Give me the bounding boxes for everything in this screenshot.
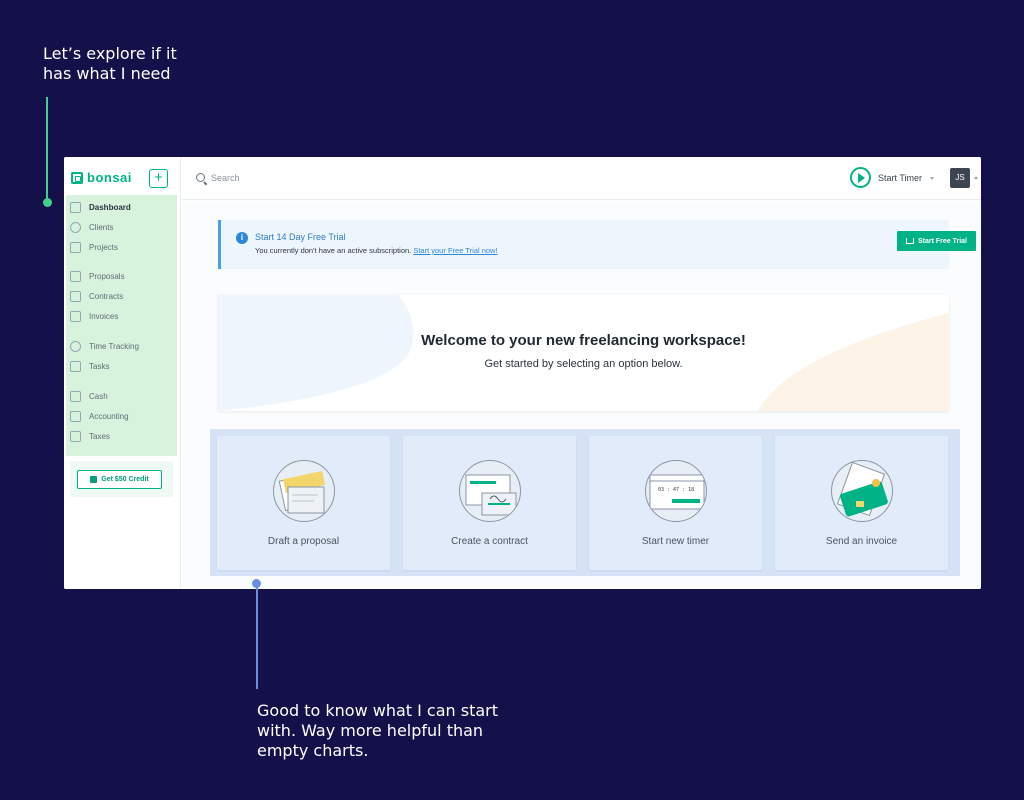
sidebar-item-label: Contracts (89, 291, 124, 301)
option-card-start-timer[interactable]: 03 : 47 : 18 Start new timer (589, 436, 762, 570)
sidebar-item-clients[interactable]: Clients (66, 219, 177, 235)
gift-icon (90, 476, 98, 483)
trial-message: You currently don't have an active subsc… (255, 246, 412, 255)
annotation-top-line (46, 97, 48, 202)
sidebar-item-label: Tasks (89, 361, 110, 371)
cash-icon (70, 390, 81, 402)
sidebar-item-projects[interactable]: Projects (66, 239, 177, 255)
get-credit-label: Get $50 Credit (101, 476, 149, 483)
chevron-down-icon[interactable] (974, 177, 978, 180)
sidebar-item-accounting[interactable]: Accounting (66, 408, 177, 424)
clients-icon (70, 221, 81, 233)
sidebar-item-proposals[interactable]: Proposals (66, 268, 177, 284)
sidebar-item-label: Cash (89, 391, 108, 401)
sidebar-item-label: Invoices (89, 311, 119, 321)
annotation-bottom: Good to know what I can start with. Way … (257, 701, 499, 760)
sidebar-item-cash[interactable]: Cash (66, 388, 177, 404)
sidebar-item-label: Projects (89, 242, 118, 252)
sidebar-item-label: Clients (89, 222, 114, 232)
taxes-icon (70, 430, 81, 442)
folder-icon (70, 241, 81, 253)
option-card-create-contract[interactable]: Create a contract (403, 436, 576, 570)
home-icon (70, 201, 81, 213)
sidebar-item-label: Time Tracking (89, 341, 139, 351)
sidebar-item-label: Dashboard (89, 202, 131, 212)
chevron-down-icon[interactable] (930, 177, 934, 180)
annotation-top-dot (43, 198, 52, 207)
app-window: bonsai + Dashboard Clients Projects Prop… (64, 157, 981, 589)
annotation-top: Let’s explore if it has what I need (43, 44, 177, 83)
bonsai-logo-icon (71, 171, 83, 184)
topbar: Start Timer JS (182, 157, 981, 200)
option-label: Create a contract (451, 536, 528, 547)
option-label: Draft a proposal (267, 536, 340, 547)
trial-link[interactable]: Start your Free Trial now! (413, 246, 497, 255)
welcome-title: Welcome to your new freelancing workspac… (421, 332, 746, 349)
proposal-illustration-icon (273, 460, 335, 522)
tasks-icon (70, 360, 81, 372)
timer-illustration-icon: 03 : 47 : 18 (645, 460, 707, 522)
credit-box: Get $50 Credit (70, 461, 173, 497)
option-card-send-invoice[interactable]: Send an invoice (775, 436, 948, 570)
logo-text: bonsai (87, 170, 132, 185)
search-input[interactable] (211, 170, 411, 186)
trial-title: Start 14 Day Free Trial (255, 232, 346, 242)
trial-text: You currently don't have an active subsc… (255, 246, 498, 255)
sidebar-item-label: Proposals (89, 271, 125, 281)
annotation-bottom-dot (252, 579, 261, 588)
option-label: Send an invoice (825, 536, 898, 547)
get-credit-button[interactable]: Get $50 Credit (77, 470, 162, 489)
play-icon[interactable] (850, 167, 871, 188)
sidebar-item-label: Accounting (89, 411, 129, 421)
invoice-illustration-icon (831, 460, 893, 522)
welcome-card: Welcome to your new freelancing workspac… (218, 295, 949, 411)
welcome-background-shapes (218, 295, 949, 411)
avatar[interactable]: JS (950, 168, 970, 188)
sidebar-item-taxes[interactable]: Taxes (66, 428, 177, 444)
option-label: Start new timer (641, 536, 710, 547)
contract-illustration-icon (459, 460, 521, 522)
sidebar-item-time-tracking[interactable]: Time Tracking (66, 338, 177, 354)
main-content: i Start 14 Day Free Trial You currently … (182, 201, 981, 589)
annotation-bottom-line (256, 585, 258, 689)
trial-banner: i Start 14 Day Free Trial You currently … (218, 220, 976, 269)
start-free-trial-button[interactable]: Start Free Trial (897, 231, 976, 251)
start-free-trial-label: Start Free Trial (917, 237, 968, 245)
logo[interactable]: bonsai (71, 170, 132, 185)
clock-icon (70, 340, 81, 352)
sidebar-item-dashboard[interactable]: Dashboard (66, 199, 177, 215)
logo-row: bonsai + (64, 157, 181, 195)
proposal-icon (70, 270, 81, 282)
start-timer-button[interactable]: Start Timer (878, 173, 922, 183)
crown-icon (905, 238, 914, 244)
contract-icon (70, 290, 81, 302)
search-icon (196, 173, 205, 182)
accounting-icon (70, 410, 81, 422)
sidebar: bonsai + Dashboard Clients Projects Prop… (64, 157, 181, 589)
sidebar-item-tasks[interactable]: Tasks (66, 358, 177, 374)
add-button[interactable]: + (149, 169, 168, 188)
sidebar-item-invoices[interactable]: Invoices (66, 308, 177, 324)
sidebar-nav: Dashboard Clients Projects Proposals Con… (66, 195, 177, 456)
option-card-draft-proposal[interactable]: Draft a proposal (217, 436, 390, 570)
sidebar-item-contracts[interactable]: Contracts (66, 288, 177, 304)
invoice-icon (70, 310, 81, 322)
timer-readout: 03 : 47 : 18 (658, 487, 694, 493)
welcome-subtitle: Get started by selecting an option below… (484, 358, 683, 370)
info-icon: i (236, 232, 248, 244)
sidebar-item-label: Taxes (89, 431, 110, 441)
option-cards: Draft a proposal Create a contract 03: … (210, 429, 960, 576)
